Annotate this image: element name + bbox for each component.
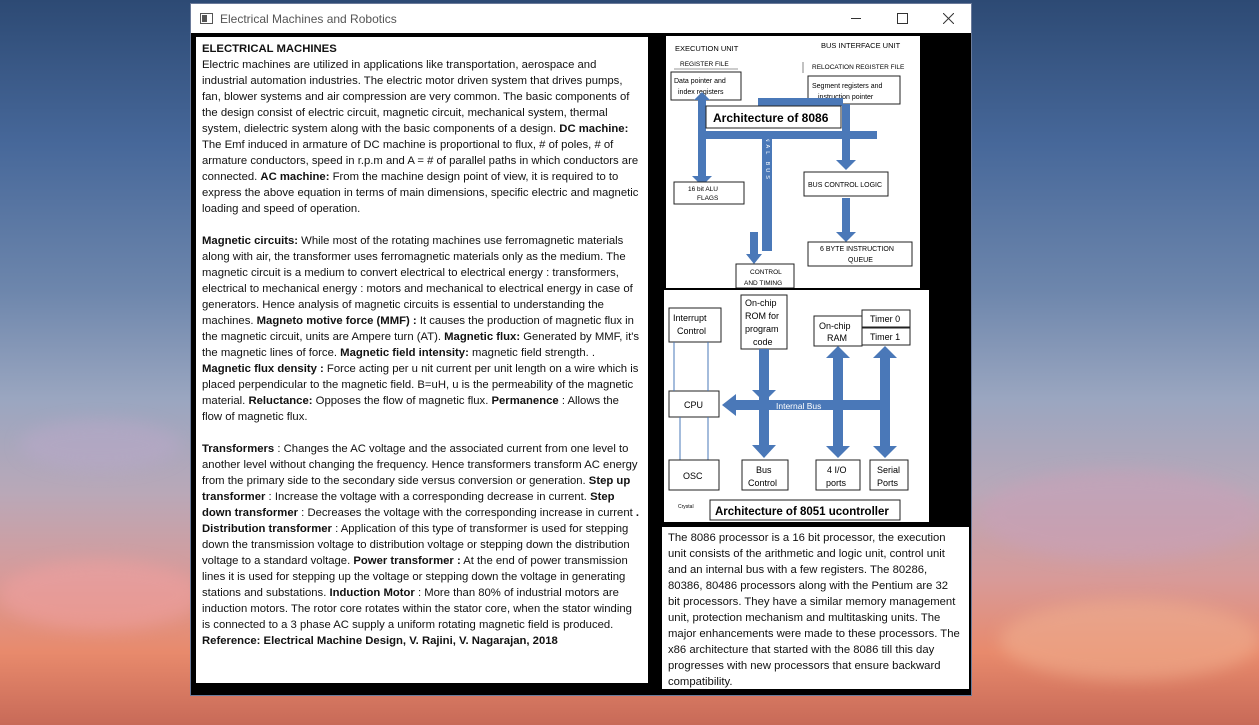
body-text: Opposes the flow of magnetic flux. <box>312 395 492 407</box>
paragraph-magnetic-circuits: Magnetic circuits: While most of the rot… <box>202 233 642 425</box>
osc-text: OSC <box>683 471 703 481</box>
timer0-text: Timer 0 <box>870 314 900 324</box>
bus-control-text: BUS CONTROL LOGIC <box>808 182 882 189</box>
close-button[interactable] <box>925 4 971 33</box>
diagram-8051-image: Interrupt Control On-chip ROM for progra… <box>664 290 929 522</box>
execution-unit-label: EXECUTION UNIT <box>675 44 739 53</box>
arrow-shaft <box>698 100 706 182</box>
rom-text: program <box>745 324 779 334</box>
bus-control-text: Bus <box>756 465 772 475</box>
interrupt-text: Control <box>677 326 706 336</box>
serial-text: Ports <box>877 478 899 488</box>
alu-text: 16 bit ALU <box>688 186 718 193</box>
rom-text: ROM for <box>745 311 779 321</box>
body-text: While most of the rotating machines use … <box>202 235 633 327</box>
internal-bus-label: Internal Bus <box>776 401 821 411</box>
term-label: Permanence <box>491 395 559 407</box>
term-label: Magnetic flux density : <box>202 363 324 375</box>
diagram-8086-image: EXECUTION UNIT BUS INTERFACE UNIT REGIST… <box>666 36 920 289</box>
bus-control-text: Control <box>748 478 777 488</box>
term-label: Transformers <box>202 443 275 455</box>
arrow-down <box>873 446 897 458</box>
control-text: AND TIMING <box>744 280 782 287</box>
diagram-8086: EXECUTION UNIT BUS INTERFACE UNIT REGIST… <box>670 41 913 289</box>
ram-text: RAM <box>827 333 847 343</box>
bus-interface-unit-label: BUS INTERFACE UNIT <box>821 41 901 50</box>
term-label: Magnetic field intensity: <box>340 347 469 359</box>
paragraph-electrical-machines: ELECTRICAL MACHINES Electric machines ar… <box>202 41 642 217</box>
term-label: Reluctance: <box>248 395 313 407</box>
term-label: Magnetic flux: <box>444 331 521 343</box>
term-label: DC machine: <box>559 123 629 135</box>
arrow-left <box>722 394 736 416</box>
cloud-shape <box>20 420 180 470</box>
ram-text: On-chip <box>819 321 851 331</box>
register-file-label: REGISTER FILE <box>680 61 729 68</box>
control-text: CONTROL <box>750 269 782 276</box>
app-window: Electrical Machines and Robotics ELECTRI… <box>190 3 972 696</box>
main-text-area[interactable]: ELECTRICAL MACHINES Electric machines ar… <box>196 37 648 683</box>
relocation-register-label: RELOCATION REGISTER FILE <box>812 64 905 71</box>
app-icon <box>200 13 213 24</box>
horizontal-bus-bar <box>701 131 877 139</box>
arrow-down <box>826 446 850 458</box>
title-bar[interactable]: Electrical Machines and Robotics <box>191 4 971 33</box>
interrupt-text: Interrupt <box>673 313 707 323</box>
cpu-text: CPU <box>684 400 703 410</box>
arrow-shaft <box>750 232 758 256</box>
body-text: magnetic field strength. . <box>468 347 596 359</box>
arrow-down <box>752 445 776 458</box>
minimize-icon <box>850 18 861 19</box>
io-text: ports <box>826 478 847 488</box>
term-label: Induction Motor <box>329 587 415 599</box>
term-label: AC machine: <box>260 171 330 183</box>
data-pointer-text: Data pointer and <box>674 78 726 85</box>
maximize-button[interactable] <box>879 4 925 33</box>
rom-text: code <box>753 337 773 347</box>
timer1-text: Timer 1 <box>870 332 900 342</box>
body-text: : Increase the voltage with a correspond… <box>265 491 591 503</box>
crystal-label: Crystal <box>678 504 694 510</box>
alu-text: FLAGS <box>697 195 719 202</box>
arrow-shaft <box>842 104 850 166</box>
cloud-shape <box>0 560 200 630</box>
rom-text: On-chip <box>745 298 777 308</box>
arrow-up <box>826 346 850 358</box>
reference-text: Reference: Electrical Machine Design, V.… <box>202 635 558 647</box>
arrow-shaft <box>842 198 850 234</box>
arrow-down <box>836 160 856 170</box>
queue-text: 6 BYTE INSTRUCTION <box>820 246 894 253</box>
queue-text: QUEUE <box>848 257 873 264</box>
arrow-down <box>746 254 762 264</box>
segment-text: Segment registers and <box>812 83 883 90</box>
term-label: Power transformer : <box>353 555 461 567</box>
section-heading: ELECTRICAL MACHINES <box>202 43 337 55</box>
arrow-up <box>873 346 897 358</box>
arrow-down <box>836 232 856 242</box>
serial-text: Serial <box>877 465 900 475</box>
window-title: Electrical Machines and Robotics <box>220 11 397 26</box>
term-label: Magneto motive force (MMF) : <box>256 315 417 327</box>
io-text: 4 I/O <box>827 465 847 475</box>
body-text: : Decreases the voltage with the corresp… <box>298 507 636 519</box>
minimize-button[interactable] <box>833 4 879 33</box>
description-text-area[interactable]: The 8086 processor is a 16 bit processor… <box>662 527 969 689</box>
diagram-8086-title: Architecture of 8086 <box>713 111 829 125</box>
paragraph-transformers: Transformers : Changes the AC voltage an… <box>202 441 642 649</box>
cloud-shape <box>1000 600 1259 680</box>
term-label: Magnetic circuits: <box>202 235 299 247</box>
close-icon <box>942 13 954 24</box>
cloud-shape <box>980 470 1259 560</box>
maximize-icon <box>896 13 908 24</box>
diagram-8051: Interrupt Control On-chip ROM for progra… <box>668 294 911 521</box>
description-text: The 8086 processor is a 16 bit processor… <box>668 532 960 688</box>
diagram-8051-title: Architecture of 8051 ucontroller <box>715 506 889 518</box>
top-bus-bar <box>758 98 843 106</box>
